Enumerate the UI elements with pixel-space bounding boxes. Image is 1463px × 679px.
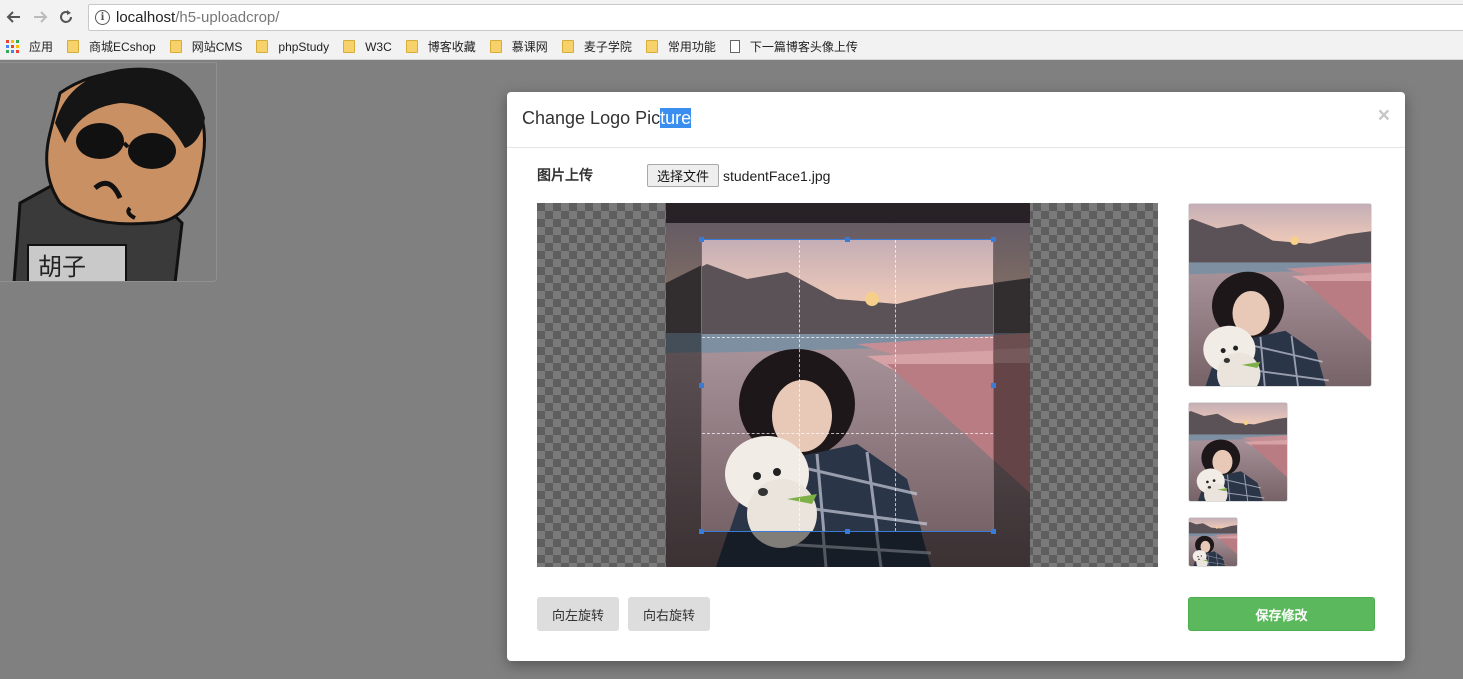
preview-small	[1188, 517, 1238, 567]
bookmark-folder-w3c[interactable]: W3C	[343, 40, 392, 54]
page-icon	[729, 40, 740, 53]
crop-handle-e[interactable]	[991, 383, 996, 388]
crop-box-photo	[702, 240, 993, 531]
choose-file-button[interactable]: 选择文件	[647, 164, 719, 187]
bookmark-label: W3C	[365, 39, 392, 54]
bookmarks-bar: 应用 商城ECshop 网站CMS phpStudy W3C 博客收藏 慕课网 …	[0, 34, 1463, 60]
bookmark-label: 麦子学院	[583, 40, 632, 54]
bookmark-folder-phpstudy[interactable]: phpStudy	[256, 40, 329, 54]
bookmark-label: 下一篇博客头像上传	[749, 40, 858, 54]
url-host: localhost	[116, 9, 176, 26]
preview-medium	[1188, 402, 1288, 502]
folder-icon	[645, 40, 658, 53]
bookmark-label: 博客收藏	[427, 40, 476, 54]
browser-toolbar: i localhost/h5-uploadcrop/	[0, 0, 1463, 34]
apps-grid-icon	[6, 39, 20, 54]
folder-icon	[343, 40, 356, 53]
crop-handle-nw[interactable]	[699, 237, 704, 242]
bookmark-label: 网站CMS	[191, 40, 243, 54]
folder-icon	[489, 40, 502, 53]
modal-header: Change Logo Picture ×	[507, 92, 1405, 148]
folder-icon	[561, 40, 574, 53]
folder-icon	[169, 40, 182, 53]
bookmark-folder-maiziedu[interactable]: 麦子学院	[561, 38, 632, 55]
bookmark-folder-cms[interactable]: 网站CMS	[169, 38, 243, 55]
bookmark-label: 商城ECshop	[89, 40, 156, 54]
change-logo-modal: Change Logo Picture × 图片上传 选择文件 studentF…	[507, 92, 1405, 661]
crop-handle-ne[interactable]	[991, 237, 996, 242]
bookmark-label: 应用	[29, 40, 54, 54]
modal-title-text: Change Logo Pic	[522, 108, 661, 128]
bookmark-label: phpStudy	[278, 39, 330, 54]
bookmark-folder-tools[interactable]: 常用功能	[645, 38, 716, 55]
save-changes-button[interactable]: 保存修改	[1188, 597, 1375, 631]
close-icon[interactable]: ×	[1378, 104, 1390, 128]
reload-icon	[60, 10, 72, 23]
arrow-right-icon	[34, 11, 48, 23]
address-bar[interactable]: i localhost/h5-uploadcrop/	[88, 4, 1463, 31]
preview-large-image	[1189, 204, 1371, 386]
bookmark-label: 常用功能	[667, 40, 716, 54]
bookmark-folder-blog[interactable]: 博客收藏	[405, 38, 476, 55]
rotate-left-button[interactable]: 向左旋转	[537, 597, 619, 631]
info-icon[interactable]: i	[95, 10, 110, 25]
crop-handle-s[interactable]	[845, 529, 850, 534]
folder-icon	[405, 40, 418, 53]
crop-guide-line	[799, 240, 800, 531]
crop-handle-se[interactable]	[991, 529, 996, 534]
crop-selection-box[interactable]	[701, 239, 994, 532]
crop-guide-line	[702, 433, 993, 434]
preview-large	[1188, 203, 1372, 387]
back-button[interactable]	[2, 5, 26, 29]
bookmark-page-next-post[interactable]: 下一篇博客头像上传	[729, 38, 858, 55]
bookmark-label: 慕课网	[511, 40, 548, 54]
bookmark-folder-ecshop[interactable]: 商城ECshop	[67, 38, 156, 55]
preview-small-image	[1189, 518, 1237, 566]
crop-canvas[interactable]	[537, 203, 1158, 567]
forward-button[interactable]	[28, 5, 52, 29]
crop-guide-line	[895, 240, 896, 531]
bookmark-folder-imooc[interactable]: 慕课网	[489, 38, 548, 55]
preview-medium-image	[1189, 403, 1287, 501]
modal-title-selected-text: ture	[660, 108, 692, 128]
folder-icon	[67, 40, 80, 53]
avatar[interactable]: 胡子	[0, 62, 217, 282]
crop-guide-line	[702, 337, 993, 338]
selected-file-name: studentFace1.jpg	[723, 168, 831, 184]
arrow-left-icon	[6, 11, 20, 23]
modal-title: Change Logo Picture	[522, 108, 692, 129]
crop-handle-n[interactable]	[845, 237, 850, 242]
url-path: /h5-uploadcrop/	[175, 9, 280, 26]
rotate-right-button[interactable]: 向右旋转	[628, 597, 710, 631]
reload-button[interactable]	[54, 5, 78, 29]
folder-icon	[256, 40, 269, 53]
bookmark-apps[interactable]: 应用	[6, 38, 53, 55]
crop-handle-sw[interactable]	[699, 529, 704, 534]
crop-handle-w[interactable]	[699, 383, 704, 388]
upload-label: 图片上传	[537, 167, 593, 183]
avatar-shirt-text: 胡子	[38, 253, 86, 281]
avatar-cartoon: 胡子	[12, 67, 206, 281]
